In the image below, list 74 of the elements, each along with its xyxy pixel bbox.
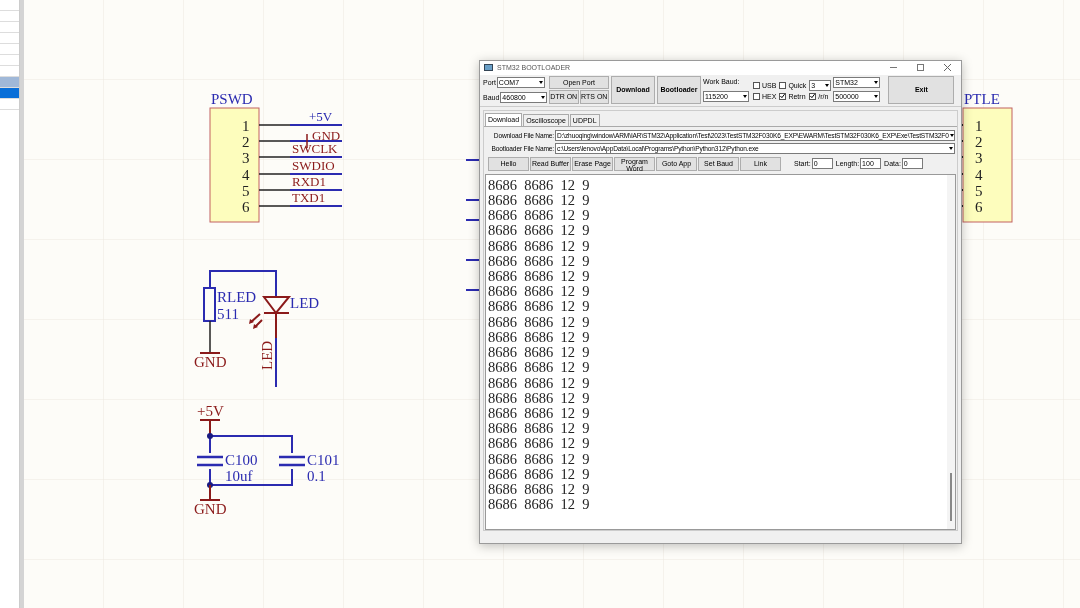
output-line: 8686 8686 12 9 xyxy=(488,299,591,315)
connector-title: PTLE xyxy=(964,91,1000,107)
caret-icon xyxy=(874,81,879,85)
pin-number: 2 xyxy=(975,134,983,150)
pin-number: 6 xyxy=(975,199,983,215)
app-icon xyxy=(484,64,493,72)
net-label: +5V xyxy=(309,109,333,124)
capacitor-symbol xyxy=(197,453,223,469)
component-designator: C100 xyxy=(225,452,258,468)
pin-number: 1 xyxy=(242,118,250,134)
pin-number: 6 xyxy=(242,199,250,215)
output-line: 8686 8686 12 9 xyxy=(488,223,591,239)
component-designator: RLED xyxy=(217,289,257,305)
output-line: 8686 8686 12 9 xyxy=(488,390,591,406)
net-label: +5V xyxy=(197,403,224,419)
net-label: GND xyxy=(194,501,227,517)
connector-title: PSWD xyxy=(211,91,253,107)
maximize-icon[interactable] xyxy=(917,64,924,72)
output-line: 8686 8686 12 9 xyxy=(488,329,591,346)
component-designator: LED xyxy=(290,295,320,311)
pin-number: 4 xyxy=(975,167,983,183)
checkbox[interactable] xyxy=(753,92,760,100)
pin-number: 5 xyxy=(242,183,250,199)
output-line: 8686 8686 12 9 xyxy=(488,375,591,391)
output-line: 8686 8686 12 9 xyxy=(488,481,591,498)
resistor-symbol xyxy=(203,287,216,322)
output-line: 8686 8686 12 9 xyxy=(488,360,591,376)
caret-icon xyxy=(541,95,545,99)
checkbox[interactable] xyxy=(779,81,787,89)
output-line: 8686 8686 12 9 xyxy=(488,238,591,254)
net-label: GND xyxy=(312,127,341,143)
caret-icon xyxy=(874,95,879,99)
caret-icon xyxy=(825,83,830,87)
output-line: 8686 8686 12 9 xyxy=(488,451,591,467)
output-line: 8686 8686 12 9 xyxy=(488,208,591,224)
net-label: SWDIO xyxy=(292,158,335,173)
scrollbar[interactable] xyxy=(947,174,955,529)
pin-number: 1 xyxy=(975,118,983,134)
pin-number: 3 xyxy=(242,150,250,166)
component-value: 10uf xyxy=(225,468,253,484)
caret-icon xyxy=(743,94,747,98)
output-line: 8686 8686 12 9 xyxy=(488,284,591,300)
caret-icon xyxy=(538,80,543,84)
minimize-icon[interactable] xyxy=(890,67,897,69)
output-line: 8686 8686 12 9 xyxy=(488,345,591,361)
output-line: 8686 8686 12 9 xyxy=(488,421,591,437)
output-line: 8686 8686 12 9 xyxy=(488,314,591,330)
checkbox[interactable] xyxy=(809,92,817,100)
output-line: 8686 8686 12 9 xyxy=(488,253,591,270)
output-line: 8686 8686 12 9 xyxy=(488,405,591,422)
output-line: 8686 8686 12 9 xyxy=(488,497,591,513)
checkbox[interactable] xyxy=(779,92,787,100)
net-label: SWCLK xyxy=(292,141,338,156)
net-label: GND xyxy=(194,354,227,370)
pin-number: 5 xyxy=(975,183,983,199)
checkbox[interactable] xyxy=(753,81,760,89)
pin-number: 4 xyxy=(242,167,250,183)
output-line: 8686 8686 12 9 xyxy=(488,177,591,194)
capacitor-symbol xyxy=(279,453,305,469)
net-label: TXD1 xyxy=(292,190,326,205)
output-line: 8686 8686 12 9 xyxy=(488,436,591,452)
pin-number: 3 xyxy=(975,150,983,166)
component-designator: C101 xyxy=(307,452,340,468)
component-value: 0.1 xyxy=(307,468,326,484)
net-label: RXD1 xyxy=(292,174,326,189)
output-line: 8686 8686 12 9 xyxy=(488,466,591,482)
component-value: 511 xyxy=(217,306,239,322)
net-label: LED xyxy=(259,340,275,370)
close-icon[interactable] xyxy=(944,64,951,72)
output-line: 8686 8686 12 9 xyxy=(488,193,591,209)
caret-icon xyxy=(949,134,954,138)
pin-number: 2 xyxy=(242,134,250,150)
caret-icon xyxy=(949,147,953,151)
output-line: 8686 8686 12 9 xyxy=(488,269,591,285)
